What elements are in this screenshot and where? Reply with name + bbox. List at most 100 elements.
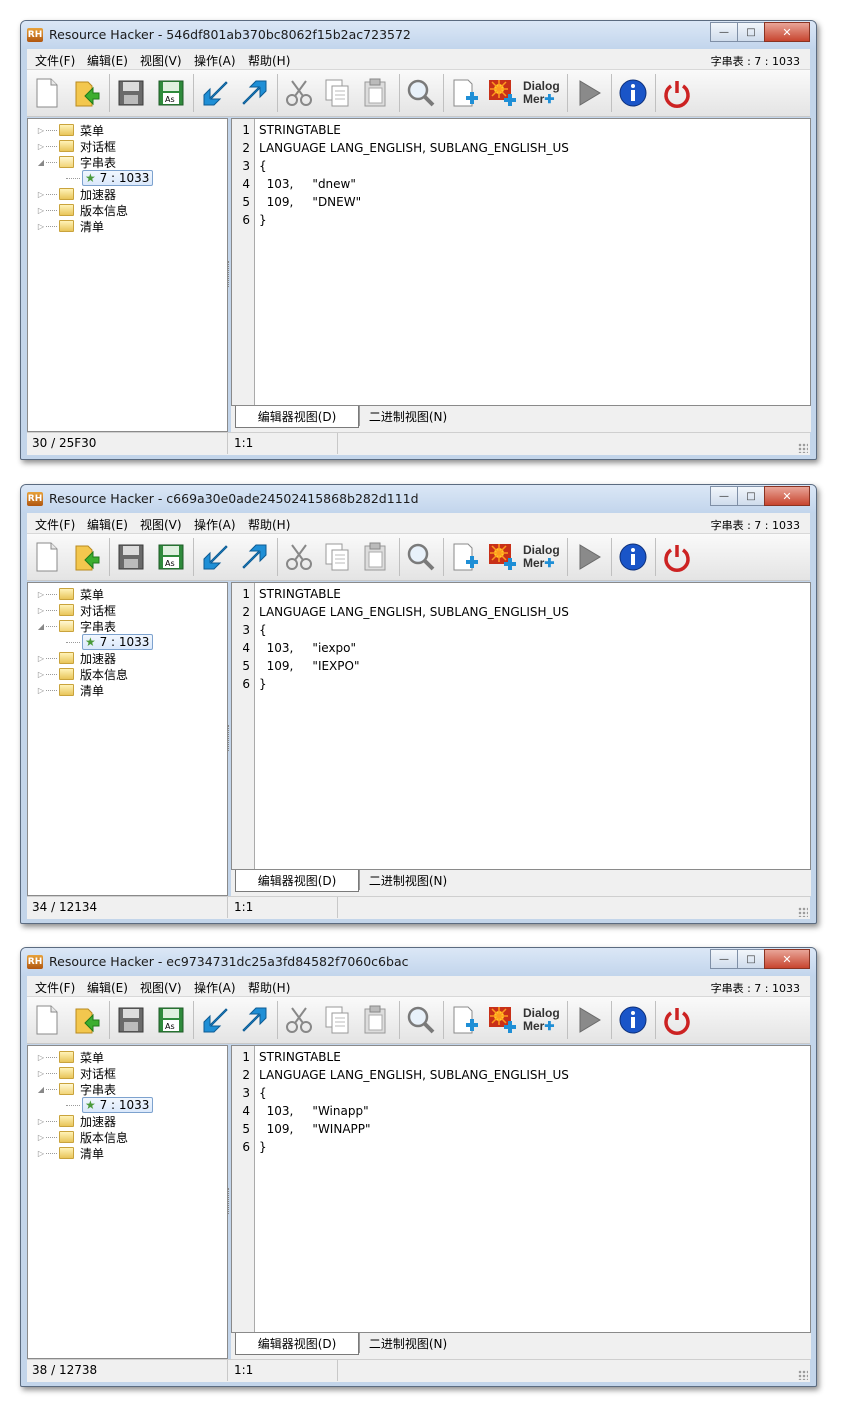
open-file-button[interactable] <box>69 75 105 111</box>
close-button[interactable]: ✕ <box>764 949 810 969</box>
maximize-button[interactable]: □ <box>737 486 765 506</box>
menu-file[interactable]: 文件(F) <box>35 516 75 533</box>
tree-item-version-info[interactable]: ▷ 版本信息 <box>36 202 128 218</box>
expand-arrow-icon[interactable]: ▷ <box>36 142 46 151</box>
expand-arrow-icon[interactable]: ▷ <box>36 206 46 215</box>
tree-item-stringtable[interactable]: ◢ 字串表 <box>36 154 116 170</box>
dialog-menu-editor-button[interactable]: Dialog Mer✚ <box>523 539 563 575</box>
title-bar[interactable]: RH Resource Hacker - ec9734731dc25a3fd84… <box>21 948 816 976</box>
minimize-button[interactable]: — <box>710 22 738 42</box>
maximize-button[interactable]: □ <box>737 22 765 42</box>
collapse-arrow-icon[interactable]: ◢ <box>36 622 46 631</box>
menu-help[interactable]: 帮助(H) <box>248 979 290 996</box>
tree-item-stringtable[interactable]: ◢ 字串表 <box>36 1081 116 1097</box>
save-button[interactable] <box>113 1002 149 1038</box>
export-button[interactable] <box>237 1002 273 1038</box>
expand-arrow-icon[interactable]: ▷ <box>36 1117 46 1126</box>
menu-help[interactable]: 帮助(H) <box>248 516 290 533</box>
expand-arrow-icon[interactable]: ▷ <box>36 222 46 231</box>
tree-item-dialog[interactable]: ▷ 对话框 <box>36 138 116 154</box>
collapse-arrow-icon[interactable]: ◢ <box>36 1085 46 1094</box>
save-button[interactable] <box>113 539 149 575</box>
exit-button[interactable] <box>659 75 695 111</box>
tab-editor-view[interactable]: 编辑器视图(D) <box>235 870 359 892</box>
new-file-button[interactable] <box>29 75 65 111</box>
save-button[interactable] <box>113 75 149 111</box>
cut-button[interactable] <box>281 75 317 111</box>
import-button[interactable] <box>197 539 233 575</box>
add-image-resource-button[interactable] <box>485 1002 521 1038</box>
run-script-button[interactable] <box>571 539 607 575</box>
tree-item-stringtable[interactable]: ◢ 字串表 <box>36 618 116 634</box>
export-button[interactable] <box>237 539 273 575</box>
about-button[interactable] <box>615 75 651 111</box>
resource-tree[interactable]: ▷ 菜单 ▷ 对话框 ◢ 字串表 ★ 7 : 1033 ▷ 加速器 ▷ 版本信息 ▷ 清单 <box>27 118 228 432</box>
add-resource-button[interactable] <box>447 1002 483 1038</box>
title-bar[interactable]: RH Resource Hacker - c669a30e0ade2450241… <box>21 485 816 513</box>
tree-item-version-info[interactable]: ▷ 版本信息 <box>36 1129 128 1145</box>
expand-arrow-icon[interactable]: ▷ <box>36 1149 46 1158</box>
menu-file[interactable]: 文件(F) <box>35 52 75 69</box>
selected-node[interactable]: ★ 7 : 1033 <box>82 634 154 650</box>
expand-arrow-icon[interactable]: ▷ <box>36 606 46 615</box>
about-button[interactable] <box>615 1002 651 1038</box>
tree-item-accelerator[interactable]: ▷ 加速器 <box>36 650 116 666</box>
expand-arrow-icon[interactable]: ▷ <box>36 590 46 599</box>
add-resource-button[interactable] <box>447 539 483 575</box>
resize-grip-icon[interactable] <box>798 907 808 917</box>
tab-binary-view[interactable]: 二进制视图(N) <box>359 1333 456 1353</box>
tree-item-version-info[interactable]: ▷ 版本信息 <box>36 666 128 682</box>
tree-item-menu[interactable]: ▷ 菜单 <box>36 586 104 602</box>
tab-binary-view[interactable]: 二进制视图(N) <box>359 406 456 426</box>
exit-button[interactable] <box>659 539 695 575</box>
paste-button[interactable] <box>357 539 393 575</box>
tab-binary-view[interactable]: 二进制视图(N) <box>359 870 456 890</box>
tree-item-menu[interactable]: ▷ 菜单 <box>36 122 104 138</box>
menu-edit[interactable]: 编辑(E) <box>87 979 128 996</box>
menu-view[interactable]: 视图(V) <box>140 52 182 69</box>
run-script-button[interactable] <box>571 75 607 111</box>
selected-node[interactable]: ★ 7 : 1033 <box>82 1097 154 1113</box>
paste-button[interactable] <box>357 75 393 111</box>
resource-tree[interactable]: ▷ 菜单 ▷ 对话框 ◢ 字串表 ★ 7 : 1033 ▷ 加速器 ▷ 版本信息 ▷ 清单 <box>27 582 228 896</box>
tree-item-stringtable-7-1033[interactable]: ★ 7 : 1033 <box>66 634 154 650</box>
new-file-button[interactable] <box>29 539 65 575</box>
save-as-button[interactable]: As <box>153 75 189 111</box>
code-editor[interactable]: 1 2 3 4 5 6 STRINGTABLE LANGUAGE LANG_EN… <box>231 118 811 406</box>
expand-arrow-icon[interactable]: ▷ <box>36 670 46 679</box>
minimize-button[interactable]: — <box>710 949 738 969</box>
menu-view[interactable]: 视图(V) <box>140 979 182 996</box>
expand-arrow-icon[interactable]: ▷ <box>36 1069 46 1078</box>
open-file-button[interactable] <box>69 539 105 575</box>
tree-item-dialog[interactable]: ▷ 对话框 <box>36 1065 116 1081</box>
tab-editor-view[interactable]: 编辑器视图(D) <box>235 1333 359 1355</box>
expand-arrow-icon[interactable]: ▷ <box>36 686 46 695</box>
tab-editor-view[interactable]: 编辑器视图(D) <box>235 406 359 428</box>
resize-grip-icon[interactable] <box>798 1370 808 1380</box>
tree-item-stringtable-7-1033[interactable]: ★ 7 : 1033 <box>66 1097 154 1113</box>
tree-item-manifest[interactable]: ▷ 清单 <box>36 682 104 698</box>
tree-item-accelerator[interactable]: ▷ 加速器 <box>36 186 116 202</box>
tree-item-dialog[interactable]: ▷ 对话框 <box>36 602 116 618</box>
find-button[interactable] <box>403 75 439 111</box>
menu-help[interactable]: 帮助(H) <box>248 52 290 69</box>
save-as-button[interactable]: As <box>153 539 189 575</box>
add-image-resource-button[interactable] <box>485 75 521 111</box>
export-button[interactable] <box>237 75 273 111</box>
find-button[interactable] <box>403 1002 439 1038</box>
run-script-button[interactable] <box>571 1002 607 1038</box>
menu-edit[interactable]: 编辑(E) <box>87 516 128 533</box>
resize-grip-icon[interactable] <box>798 443 808 453</box>
new-file-button[interactable] <box>29 1002 65 1038</box>
expand-arrow-icon[interactable]: ▷ <box>36 654 46 663</box>
title-bar[interactable]: RH Resource Hacker - 546df801ab370bc8062… <box>21 21 816 49</box>
dialog-menu-editor-button[interactable]: Dialog Mer✚ <box>523 1002 563 1038</box>
tree-item-manifest[interactable]: ▷ 清单 <box>36 1145 104 1161</box>
find-button[interactable] <box>403 539 439 575</box>
menu-view[interactable]: 视图(V) <box>140 516 182 533</box>
open-file-button[interactable] <box>69 1002 105 1038</box>
paste-button[interactable] <box>357 1002 393 1038</box>
selected-node[interactable]: ★ 7 : 1033 <box>82 170 154 186</box>
close-button[interactable]: ✕ <box>764 486 810 506</box>
dialog-menu-editor-button[interactable]: Dialog Mer✚ <box>523 75 563 111</box>
